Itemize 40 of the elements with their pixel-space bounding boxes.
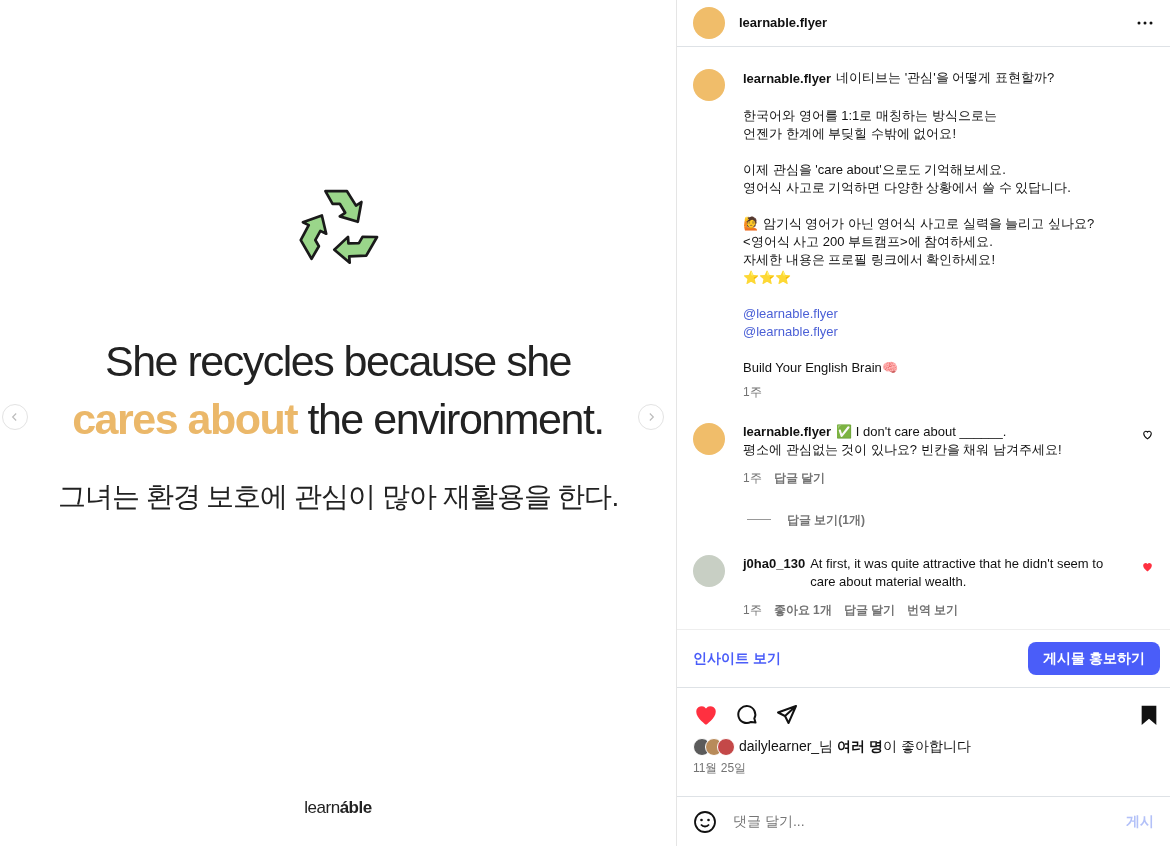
username[interactable]: learnable.flyer: [743, 422, 832, 441]
share-icon[interactable]: [775, 703, 799, 727]
headline-text: She recycles because she: [105, 336, 571, 387]
insights-link[interactable]: 인사이트 보기: [693, 648, 781, 669]
recycle-icon: [299, 189, 379, 265]
caption-text: 영어식 사고로 기억하면 다양한 상황에서 쓸 수 있답니다.: [743, 178, 1072, 197]
brand-logo: learnáble: [304, 796, 372, 819]
comment-text: 평소에 관심없는 것이 있나요? 빈칸을 채워 남겨주세요!: [743, 440, 1062, 459]
caption-text: 이제 관심을 'care about'으로도 기억해보세요.: [743, 160, 1007, 179]
mention-link[interactable]: @learnable.flyer: [743, 304, 1095, 323]
comment-text: At first, it was quite attractive that he didn't seem to care about material wealth.: [810, 554, 1105, 591]
view-replies-link[interactable]: 답글 보기(1개): [787, 510, 865, 529]
post-date: 11월 25일: [693, 760, 748, 777]
caption-text: 네이티브는 '관심'을 어떻게 표현할까?: [836, 69, 1055, 87]
comment-action[interactable]: 번역 보기: [907, 600, 959, 619]
headline-text: cares about the environment.: [72, 394, 604, 445]
comment-text: ✅ I don't care about ______.: [836, 422, 1007, 441]
comment-action[interactable]: 좋아요 1개: [773, 600, 832, 619]
caption-text: 🙋 암기식 영어가 아닌 영어식 사고로 실력을 늘리고 싶나요?: [743, 214, 1095, 233]
timestamp: 1주: [743, 469, 762, 487]
translation-text: 그녀는 환경 보호에 관심이 많아 재활용을 한다.: [57, 480, 619, 514]
comment-action[interactable]: 답글 달기: [843, 600, 896, 619]
caption-text: 자세한 내용은 프로필 링크에서 확인하세요!: [743, 250, 997, 269]
timestamp: 1주: [743, 601, 762, 619]
caption-text: 언젠가 한계에 부딪힐 수밖에 없어요!: [743, 124, 958, 143]
username[interactable]: j0ha0_130: [743, 554, 806, 591]
promote-button[interactable]: 게시물 홍보하기: [1028, 642, 1160, 675]
liker-avatar[interactable]: [717, 737, 735, 756]
timestamp: 1주: [743, 383, 762, 401]
emoji-icon[interactable]: [693, 809, 717, 834]
caption-text: <영어식 사고 200 부트캠프>에 참여하세요.: [743, 232, 994, 251]
mention-link[interactable]: @learnable.flyer: [743, 322, 1095, 341]
username[interactable]: learnable.flyer: [739, 13, 828, 33]
comment-icon[interactable]: [735, 703, 759, 727]
comment-action[interactable]: 답글 달기: [773, 468, 826, 487]
caption-text: Build Your English Brain🧠: [743, 358, 899, 377]
likes-text: dailylearner_님 여러 명이 좋아합니다: [739, 737, 971, 756]
username[interactable]: learnable.flyer: [743, 69, 832, 89]
caption-text: ⭐⭐⭐: [743, 268, 792, 287]
caption-text: 한국어와 영어를 1:1로 매칭하는 방식으로는: [743, 106, 998, 125]
